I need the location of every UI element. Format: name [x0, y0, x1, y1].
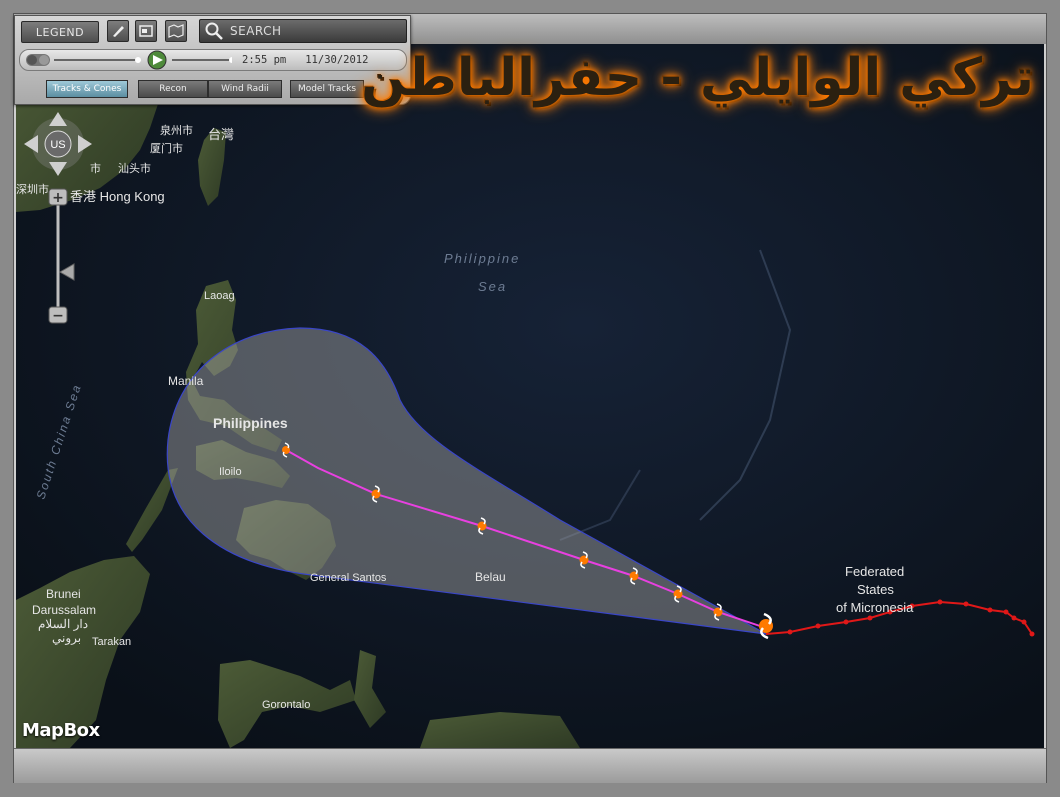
- label-philippine-sea-1: Philippine: [444, 251, 520, 266]
- label-shenzhen: 深圳市: [16, 182, 49, 196]
- map-tool-button[interactable]: [165, 20, 187, 42]
- label-micronesia-2: States: [857, 582, 894, 597]
- window-icon: [139, 25, 153, 37]
- mapbox-attribution[interactable]: MapBox: [22, 720, 100, 741]
- label-laoag: Laoag: [204, 290, 235, 302]
- label-philippines: Philippines: [213, 415, 288, 431]
- label-brunei-3: دار السلام: [38, 617, 88, 631]
- zoom-out-icon[interactable]: −: [52, 308, 64, 324]
- bottom-bar: [14, 748, 1046, 783]
- region-us-button[interactable]: US: [50, 139, 65, 151]
- tab-model-tracks[interactable]: Model Tracks: [290, 80, 364, 98]
- window-tool-button[interactable]: [135, 20, 157, 42]
- tab-tracks-cones[interactable]: Tracks & Cones: [46, 80, 128, 98]
- label-gorontalo: Gorontalo: [262, 699, 310, 711]
- storm-map[interactable]: 台灣 泉州市 厦门市 汕头市 市 深圳市 香港 Hong Kong Philip…: [0, 0, 1060, 797]
- label-belau: Belau: [475, 570, 506, 584]
- label-micronesia-1: Federated: [845, 564, 904, 579]
- label-hongkong: 香港 Hong Kong: [70, 189, 165, 204]
- tab-recon[interactable]: Recon: [138, 80, 208, 98]
- search-icon: [205, 22, 223, 40]
- label-iloilo: Iloilo: [219, 466, 242, 478]
- control-panel: LEGEND SEARCH 2:55 pm 11/30/2012 Tracks …: [14, 15, 411, 105]
- route-map-icon: [168, 24, 184, 38]
- label-quanzhou: 泉州市: [160, 123, 193, 137]
- label-micronesia-3: of Micronesia: [836, 600, 914, 615]
- label-brunei-2: Darussalam: [32, 603, 96, 617]
- pencil-icon: [113, 26, 124, 37]
- label-philippine-sea-2: Sea: [478, 279, 507, 294]
- label-manila: Manila: [168, 374, 204, 388]
- label-xiamen: 厦门市: [150, 141, 183, 155]
- search-placeholder: SEARCH: [230, 24, 282, 38]
- label-tarakan: Tarakan: [92, 636, 131, 648]
- label-shantou: 汕头市: [118, 161, 151, 175]
- tab-wind-radii[interactable]: Wind Radii: [208, 80, 282, 98]
- time-value: 2:55 pm: [242, 54, 287, 66]
- label-taiwan: 台灣: [208, 127, 234, 142]
- label-general-santos: General Santos: [310, 572, 387, 584]
- overlay-title: تركي الوايلي - حفرالباطن: [361, 48, 1034, 108]
- zoom-in-icon[interactable]: +: [52, 190, 64, 206]
- search-box[interactable]: SEARCH: [199, 19, 407, 43]
- draw-tool-button[interactable]: [107, 20, 129, 42]
- timeline-controls: [26, 50, 232, 70]
- timeline-slider[interactable]: 2:55 pm 11/30/2012: [19, 49, 407, 71]
- label-guangzhou: 市: [90, 161, 101, 175]
- label-brunei-1: Brunei: [46, 587, 81, 601]
- legend-button[interactable]: LEGEND: [21, 21, 99, 43]
- timestamp: 2:55 pm 11/30/2012: [242, 54, 368, 66]
- date-value: 11/30/2012: [305, 54, 369, 66]
- label-brunei-4: بروني: [52, 631, 81, 645]
